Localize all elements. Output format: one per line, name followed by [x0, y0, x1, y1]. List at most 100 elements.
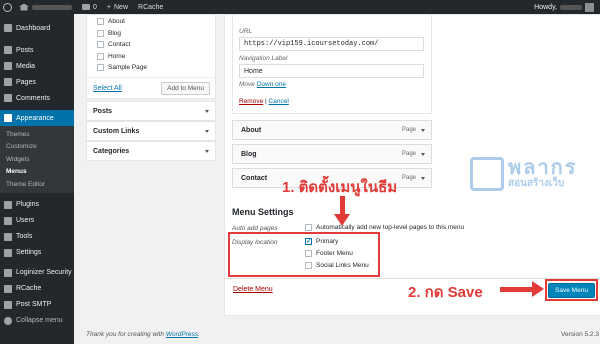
accordion-posts[interactable]: Posts: [86, 101, 216, 121]
admin-bar: 0 + New RCache Howdy,: [0, 0, 600, 14]
sidebar-item-appearance[interactable]: Appearance: [0, 110, 74, 126]
sidebar-item-tools[interactable]: Tools: [0, 229, 74, 245]
url-field[interactable]: https://vip159.icoursetoday.com/: [239, 37, 424, 51]
plus-icon: +: [106, 3, 111, 11]
sidebar-item-label: Collapse menu: [16, 317, 63, 324]
delete-menu-link[interactable]: Delete Menu: [233, 286, 273, 293]
remove-link[interactable]: Remove: [239, 98, 263, 105]
menu-item-blog[interactable]: Blog Page: [232, 144, 432, 164]
home-icon: [19, 3, 29, 11]
account-menu[interactable]: Howdy,: [534, 2, 600, 12]
wordpress-link[interactable]: WordPress: [166, 331, 198, 338]
submenu-customize[interactable]: Customize: [0, 141, 74, 154]
arrow-down-icon: [340, 196, 345, 216]
avatar: [585, 2, 594, 12]
submenu-theme-editor[interactable]: Theme Editor: [0, 178, 74, 191]
checkbox[interactable]: [305, 224, 312, 231]
comments-count: 0: [93, 3, 97, 11]
save-button-highlight: Save Menu: [545, 279, 598, 301]
site-name-link[interactable]: [14, 3, 77, 11]
pages-actions: Select All Add to Menu: [87, 77, 215, 99]
select-all-link[interactable]: Select All: [93, 85, 122, 92]
sidebar-item-label: Users: [16, 217, 35, 224]
triangle-down-icon[interactable]: [421, 152, 425, 156]
navigation-label-field[interactable]: Home: [239, 64, 424, 78]
rcache-link[interactable]: RCache: [133, 4, 168, 11]
checkbox[interactable]: [97, 41, 104, 49]
arrow-right-icon: [500, 287, 534, 292]
menu-item-settings-home: URL https://vip159.icoursetoday.com/ Nav…: [232, 14, 432, 114]
navigation-label-label: Navigation Label: [239, 55, 288, 62]
appearance-submenu: Themes Customize Widgets Menus Theme Edi…: [0, 126, 74, 193]
sidebar-item-posts[interactable]: Posts: [0, 42, 74, 58]
submenu-menus[interactable]: Menus: [0, 166, 74, 179]
sidebar-item-label: Media: [16, 62, 36, 70]
sidebar-item-settings[interactable]: Settings: [0, 245, 74, 261]
sidebar-item-dashboard[interactable]: Dashboard: [0, 20, 74, 36]
page-option-blog[interactable]: Blog: [87, 28, 215, 40]
brush-icon: [4, 114, 12, 122]
page-option-contact[interactable]: Contact: [87, 39, 215, 51]
sidebar-item-loginizer[interactable]: Loginizer Security: [0, 265, 74, 281]
auto-add-option[interactable]: Automatically add new top-level pages to…: [305, 224, 464, 231]
checkbox[interactable]: [97, 18, 104, 26]
sidebar-item-users[interactable]: Users: [0, 213, 74, 229]
page-option-about[interactable]: About: [87, 16, 215, 28]
new-label: New: [114, 3, 129, 11]
submenu-themes[interactable]: Themes: [0, 128, 74, 141]
sidebar-item-label: Tools: [16, 233, 33, 240]
sidebar-item-label: RCache: [16, 285, 42, 292]
page-option-label: Blog: [108, 29, 122, 37]
cancel-link[interactable]: Cancel: [269, 98, 289, 105]
step2-annotation: 2. กด Save: [408, 284, 483, 301]
dashboard-icon: [4, 24, 12, 32]
page-option-label: Sample Page: [108, 64, 148, 72]
sidebar-item-rcache[interactable]: RCache: [0, 281, 74, 297]
sidebar-item-plugins[interactable]: Plugins: [0, 197, 74, 213]
page-option-sample-page[interactable]: Sample Page: [87, 62, 215, 74]
watermark-line1: พลากร: [508, 157, 578, 180]
wordpress-logo-icon[interactable]: [0, 0, 14, 14]
arrow-head-icon: [334, 214, 350, 226]
footer-thanks: Thank you for creating with WordPress.: [86, 331, 200, 338]
collapse-menu-button[interactable]: Collapse menu: [0, 313, 74, 329]
comments-link[interactable]: 0: [77, 4, 102, 11]
checkbox[interactable]: [97, 64, 104, 72]
media-icon: [4, 62, 12, 70]
sidebar-item-comments[interactable]: Comments: [0, 90, 74, 106]
triangle-down-icon: [205, 129, 209, 133]
new-content-link[interactable]: + New: [102, 4, 133, 11]
triangle-down-icon[interactable]: [421, 176, 425, 180]
submenu-widgets[interactable]: Widgets: [0, 153, 74, 166]
accordion-label: Categories: [93, 147, 130, 155]
version-label: Version 5.2.3: [561, 331, 599, 338]
thanks-text: Thank you for creating with: [86, 331, 166, 338]
menu-item-type: Page: [401, 127, 416, 133]
triangle-down-icon[interactable]: [421, 128, 425, 132]
page-option-home[interactable]: Home: [87, 51, 215, 63]
accordion-categories[interactable]: Categories: [86, 141, 216, 161]
sidebar-item-media[interactable]: Media: [0, 58, 74, 74]
thanks-suffix: .: [198, 331, 200, 338]
save-menu-button[interactable]: Save Menu: [548, 282, 595, 298]
checkbox[interactable]: [97, 29, 104, 37]
gear-icon: [4, 300, 12, 309]
down-one-link[interactable]: Down one: [257, 81, 286, 88]
sidebar-item-label: Loginizer Security: [16, 269, 72, 276]
sidebar-item-post-smtp[interactable]: Post SMTP: [0, 297, 74, 313]
comment-icon: [4, 94, 12, 102]
checkbox[interactable]: [97, 52, 104, 60]
add-to-menu-button[interactable]: Add to Menu: [161, 82, 210, 95]
move-label: Move: [239, 81, 255, 88]
sidebar-item-label: Settings: [16, 249, 42, 256]
pin-icon: [4, 46, 12, 54]
menu-item-title: About: [241, 126, 262, 134]
accordion-custom-links[interactable]: Custom Links: [86, 121, 216, 141]
sidebar-item-label: Plugins: [16, 201, 39, 208]
menu-item-about[interactable]: About Page: [232, 120, 432, 140]
watermark: พลากร สอนสร้างเว็บ: [470, 157, 578, 191]
tools-icon: [4, 232, 12, 241]
page-option-label: About: [108, 18, 125, 26]
triangle-down-icon: [205, 109, 209, 113]
sidebar-item-pages[interactable]: Pages: [0, 74, 74, 90]
